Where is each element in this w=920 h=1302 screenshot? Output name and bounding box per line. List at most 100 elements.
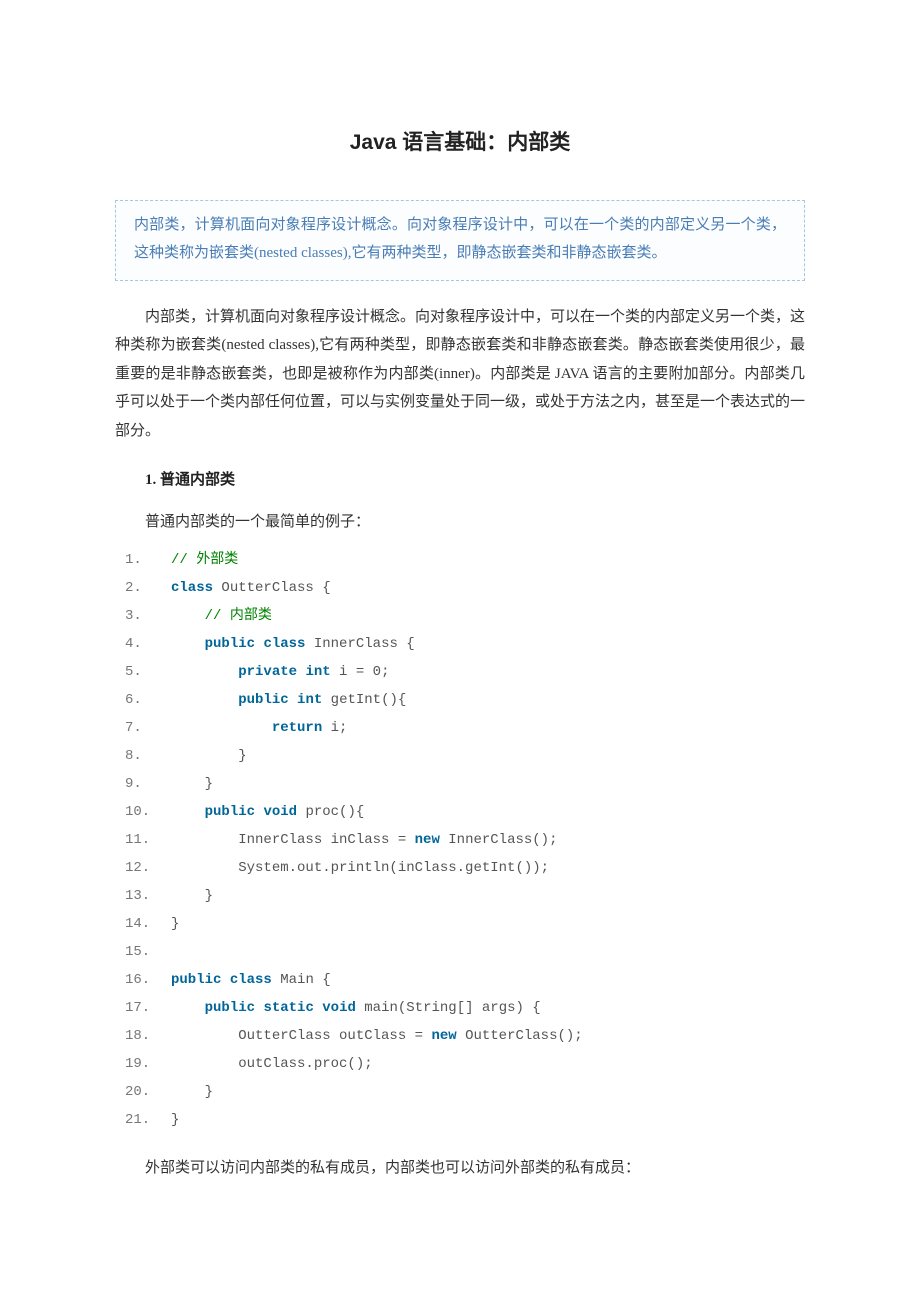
code-line: 17. public static void main(String[] arg… — [125, 994, 805, 1022]
code-content: } — [171, 742, 805, 770]
code-content: private int i = 0; — [171, 658, 805, 686]
code-keyword: return — [272, 720, 322, 736]
code-line: 14.} — [125, 910, 805, 938]
code-content: } — [171, 770, 805, 798]
code-line: 15. — [125, 938, 805, 966]
document-page: Java 语言基础：内部类 内部类，计算机面向对象程序设计概念。向对象程序设计中… — [0, 0, 920, 1273]
code-line: 10. public void proc(){ — [125, 798, 805, 826]
line-number: 1. — [125, 546, 171, 574]
code-text — [171, 804, 205, 820]
code-block: 1.// 外部类2.class OutterClass { 3. // 内部类4… — [125, 546, 805, 1134]
line-number: 10. — [125, 798, 171, 826]
code-text — [171, 692, 238, 708]
code-keyword: public — [205, 636, 255, 652]
section-heading: 1. 普通内部类 — [115, 467, 805, 493]
code-line: 19. outClass.proc(); — [125, 1050, 805, 1078]
line-number: 5. — [125, 658, 171, 686]
code-content: // 外部类 — [171, 546, 805, 574]
code-keyword: class — [263, 636, 305, 652]
code-line: 20. } — [125, 1078, 805, 1106]
code-line: 21.} — [125, 1106, 805, 1134]
code-line: 1.// 外部类 — [125, 546, 805, 574]
code-line: 13. } — [125, 882, 805, 910]
code-content: } — [171, 910, 805, 938]
code-content: OutterClass outClass = new OutterClass()… — [171, 1022, 805, 1050]
line-number: 3. — [125, 602, 171, 630]
line-number: 19. — [125, 1050, 171, 1078]
code-text — [171, 944, 188, 960]
code-text: } — [171, 748, 263, 764]
code-text — [171, 1000, 205, 1016]
code-text: outClass.proc(); — [171, 1056, 389, 1072]
code-keyword: void — [263, 804, 297, 820]
code-text: OutterClass outClass = — [171, 1028, 431, 1044]
code-text: main(String[] args) { — [356, 1000, 558, 1016]
code-content: } — [171, 1106, 805, 1134]
code-keyword: public — [171, 972, 221, 988]
code-text — [314, 1000, 322, 1016]
closing-paragraph: 外部类可以访问内部类的私有成员，内部类也可以访问外部类的私有成员： — [115, 1154, 805, 1183]
code-text: proc(){ — [297, 804, 381, 820]
code-keyword: new — [431, 1028, 456, 1044]
code-line: 16.public class Main { — [125, 966, 805, 994]
code-keyword: int — [305, 664, 330, 680]
code-line: 7. return i; — [125, 714, 805, 742]
code-content: } — [171, 1078, 805, 1106]
code-text: } — [171, 1112, 196, 1128]
line-number: 20. — [125, 1078, 171, 1106]
code-content: System.out.println(inClass.getInt()); — [171, 854, 805, 882]
code-line: 11. InnerClass inClass = new InnerClass(… — [125, 826, 805, 854]
code-text: InnerClass { — [305, 636, 431, 652]
code-text: InnerClass inClass = — [171, 832, 415, 848]
code-text: } — [171, 1084, 230, 1100]
code-keyword: void — [322, 1000, 356, 1016]
code-line: 2.class OutterClass { — [125, 574, 805, 602]
code-keyword: class — [171, 580, 213, 596]
line-number: 17. — [125, 994, 171, 1022]
code-line: 18. OutterClass outClass = new OutterCla… — [125, 1022, 805, 1050]
code-text: } — [171, 888, 230, 904]
line-number: 21. — [125, 1106, 171, 1134]
summary-text: 内部类，计算机面向对象程序设计概念。向对象程序设计中，可以在一个类的内部定义另一… — [134, 211, 786, 268]
code-text: } — [171, 776, 230, 792]
code-text — [289, 692, 297, 708]
code-text — [221, 972, 229, 988]
line-number: 9. — [125, 770, 171, 798]
line-number: 6. — [125, 686, 171, 714]
line-number: 4. — [125, 630, 171, 658]
code-keyword: private — [238, 664, 297, 680]
code-text — [171, 636, 205, 652]
code-content: } — [171, 882, 805, 910]
line-number: 11. — [125, 826, 171, 854]
code-content: public class Main { — [171, 966, 805, 994]
code-text: System.out.println(inClass.getInt()); — [171, 860, 566, 876]
line-number: 14. — [125, 910, 171, 938]
code-comment: // 内部类 — [205, 608, 272, 624]
code-text: OutterClass(); — [457, 1028, 600, 1044]
code-line: 8. } — [125, 742, 805, 770]
code-text: getInt(){ — [322, 692, 423, 708]
code-text: OutterClass { — [213, 580, 347, 596]
code-text: Main { — [272, 972, 348, 988]
line-number: 8. — [125, 742, 171, 770]
summary-box: 内部类，计算机面向对象程序设计概念。向对象程序设计中，可以在一个类的内部定义另一… — [115, 200, 805, 281]
line-number: 13. — [125, 882, 171, 910]
code-line: 4. public class InnerClass { — [125, 630, 805, 658]
code-text — [171, 608, 205, 624]
line-number: 2. — [125, 574, 171, 602]
code-line: 3. // 内部类 — [125, 602, 805, 630]
code-text: i = 0; — [331, 664, 407, 680]
code-keyword: class — [230, 972, 272, 988]
code-content: InnerClass inClass = new InnerClass(); — [171, 826, 805, 854]
code-content: public int getInt(){ — [171, 686, 805, 714]
code-content: public class InnerClass { — [171, 630, 805, 658]
code-content: outClass.proc(); — [171, 1050, 805, 1078]
code-content: class OutterClass { — [171, 574, 805, 602]
code-keyword: public — [205, 804, 255, 820]
code-content: public static void main(String[] args) { — [171, 994, 805, 1022]
section-intro: 普通内部类的一个最简单的例子： — [115, 508, 805, 537]
code-content: public void proc(){ — [171, 798, 805, 826]
code-text: InnerClass(); — [440, 832, 574, 848]
code-text: i; — [322, 720, 364, 736]
code-line: 12. System.out.println(inClass.getInt())… — [125, 854, 805, 882]
